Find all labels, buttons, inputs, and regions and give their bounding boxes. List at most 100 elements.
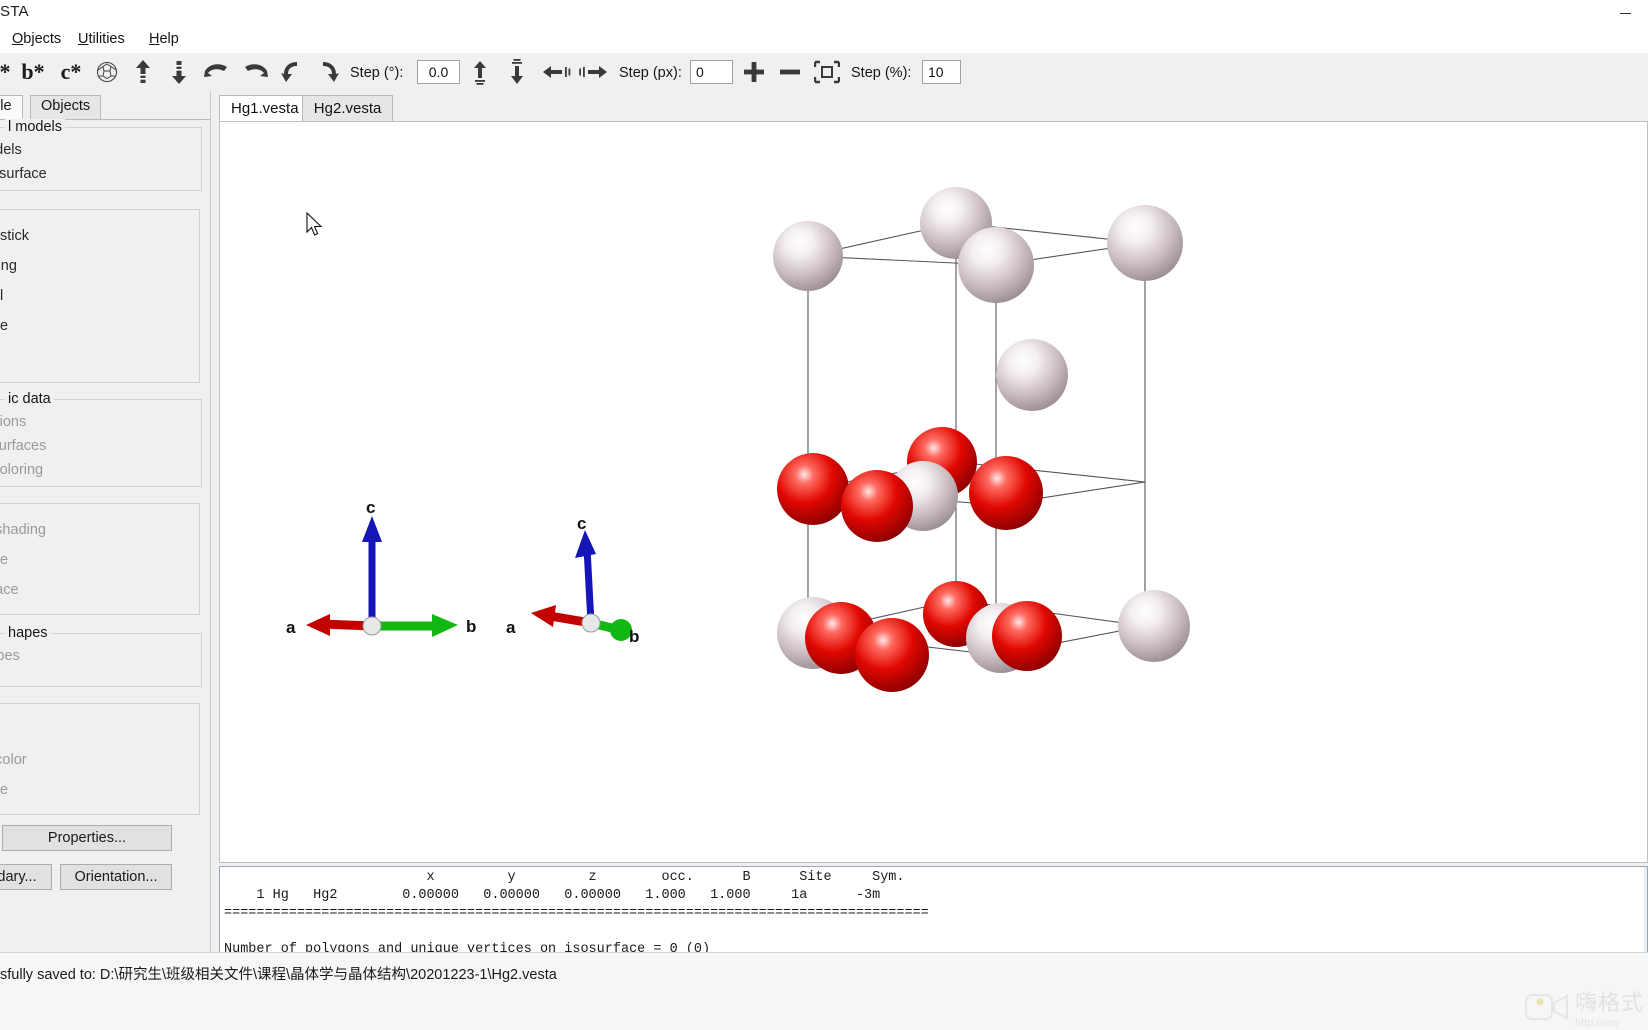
axis-widget-right [531,530,632,641]
sidebar-group-title: ic data [5,391,54,407]
sidebar-option-2-1[interactable]: isosurfaces [0,438,46,454]
window-title: STA [0,3,29,20]
c-star-button[interactable]: c* [56,56,86,88]
translate-down-button[interactable] [502,56,532,88]
sidebar-option-3-0[interactable]: oth shading [0,522,46,538]
axis-label-b-right: b [629,627,640,646]
rotate-right-button[interactable] [240,56,270,88]
boundary-button[interactable]: dary... [0,864,52,890]
watermark-url: http://ww [1574,1017,1619,1029]
axis-label-b-left: b [466,617,477,636]
title-bar: STA [0,0,1648,26]
watermark: 嗨格式 http://ww [1524,985,1644,1029]
sidebar-group-3: oth shading frame surface [0,503,200,615]
atom-hg [773,221,843,291]
document-tab-hg2-vesta[interactable]: Hg2.vesta [301,95,394,123]
fit-to-screen-button[interactable] [812,56,842,88]
sidebar-group-title: hapes [5,625,51,641]
sidebar-group-2: ic data sections isosurfaces ce coloring [0,391,202,487]
arrow-tilt-cw-icon [323,62,339,82]
status-message: sfully saved to: D:\研究生\班级相关文件\课程\晶体学与晶体… [0,967,557,983]
menu-utilities[interactable]: Utilities [72,29,131,50]
sidebar-option-2-0[interactable]: sections [0,414,26,430]
sidebar-option-0-1[interactable]: dot surface [0,166,47,182]
vesta-application-window: STA Objects Utilities Help * b* c* Step … [0,0,1648,1030]
translate-up-button[interactable] [465,56,495,88]
polyhedron-icon [96,61,118,83]
atom-hg [1107,205,1183,281]
menu-objects[interactable]: Objects [6,29,67,50]
atom-o [992,601,1062,671]
arrow-tilt-ccw-icon [281,62,297,82]
minimize-button[interactable] [1602,0,1648,26]
status-bar: sfully saved to: D:\研究生\班级相关文件\课程\晶体学与晶体… [0,952,1648,1030]
watermark-text: 嗨格式 [1574,990,1644,1015]
translate-up-icon [474,61,486,85]
sidebar-tab-yle[interactable]: yle [0,95,23,119]
atom-hg [996,339,1068,411]
main-area: Hg1.vesta Hg2.vesta c a b c a b x y z oc… [211,91,1648,1030]
step-percent-label: Step (%): [851,65,912,81]
translate-right-icon [579,66,607,78]
step-px-label: Step (px): [619,65,682,81]
sidebar-option-1-2[interactable]: edral [0,288,3,304]
arrow-right-curved-icon [245,64,268,77]
axis-label-a-right: a [506,618,516,637]
arrow-left-curved-icon [204,64,227,77]
rotate-left-button[interactable] [202,56,232,88]
translate-down-icon [511,59,523,84]
atom-o [855,618,929,692]
sidebar-group-title: l models [5,119,65,135]
tilt-ccw-button[interactable] [277,56,307,88]
arrow-up-icon [136,60,150,83]
translate-left-button[interactable] [540,56,574,88]
rotate-up-button[interactable] [128,56,158,88]
sidebar-option-1-0[interactable]: and-stick [0,228,29,244]
toolbar: * b* c* Step (°): 0.0 Step (px): 0 Step … [0,53,1648,92]
menu-help[interactable]: Help [143,29,185,50]
translate-left-icon [543,66,571,78]
properties-button[interactable]: Properties... [2,825,172,851]
tilt-cw-button[interactable] [313,56,343,88]
translate-right-button[interactable] [576,56,610,88]
orientation-button[interactable]: Orientation... [60,864,172,890]
step-degrees-input[interactable] [417,60,460,84]
atom-o [841,470,913,542]
rotate-down-button[interactable] [164,56,194,88]
axis-widget-left [306,516,458,637]
sidebar-option-3-1[interactable]: frame [0,552,8,568]
zoom-out-button[interactable] [775,56,805,88]
structure-canvas[interactable]: c a b c a b [219,121,1648,863]
sidebar-tab-objects[interactable]: Objects [30,95,102,119]
sidebar-group-0: l models models dot surface [0,119,202,191]
sidebar-group-5: olorom colorframe [0,703,200,815]
polyhedron-button[interactable] [92,56,122,88]
b-star-button[interactable]: b* [18,56,48,88]
step-percent-input[interactable] [922,60,961,84]
a-star-button[interactable]: * [0,56,20,88]
sidebar-option-1-3[interactable]: frame [0,318,8,334]
plus-icon [744,62,764,82]
document-tab-hg1-vesta[interactable]: Hg1.vesta [219,95,311,123]
sidebar-option-3-2[interactable]: surface [0,582,19,598]
arrow-down-icon [172,61,186,84]
minimize-icon [1619,12,1631,14]
sidebar-option-5-1[interactable]: om color [0,752,27,768]
crystal-structure-render [306,187,1190,692]
atom-o [969,456,1043,530]
zoom-in-button[interactable] [739,56,769,88]
axis-label-a-left: a [286,618,296,637]
axis-label-c-left: c [366,498,376,517]
atom-hg [958,227,1034,303]
sidebar-option-1-1[interactable]: e-filling [0,258,17,274]
step-degrees-label: Step (°): [350,65,404,81]
style-sidebar: yle Objects l models models dot surface an… [0,91,211,952]
sidebar-option-4-0[interactable]: shapes [0,648,20,664]
sidebar-option-2-2[interactable]: ce coloring [0,462,43,478]
step-px-input[interactable] [690,60,733,84]
sidebar-option-0-0[interactable]: models [0,142,22,158]
fit-screen-icon [814,60,840,84]
sidebar-option-5-2[interactable]: frame [0,782,8,798]
minus-icon [780,69,800,75]
atom-o [777,453,849,525]
